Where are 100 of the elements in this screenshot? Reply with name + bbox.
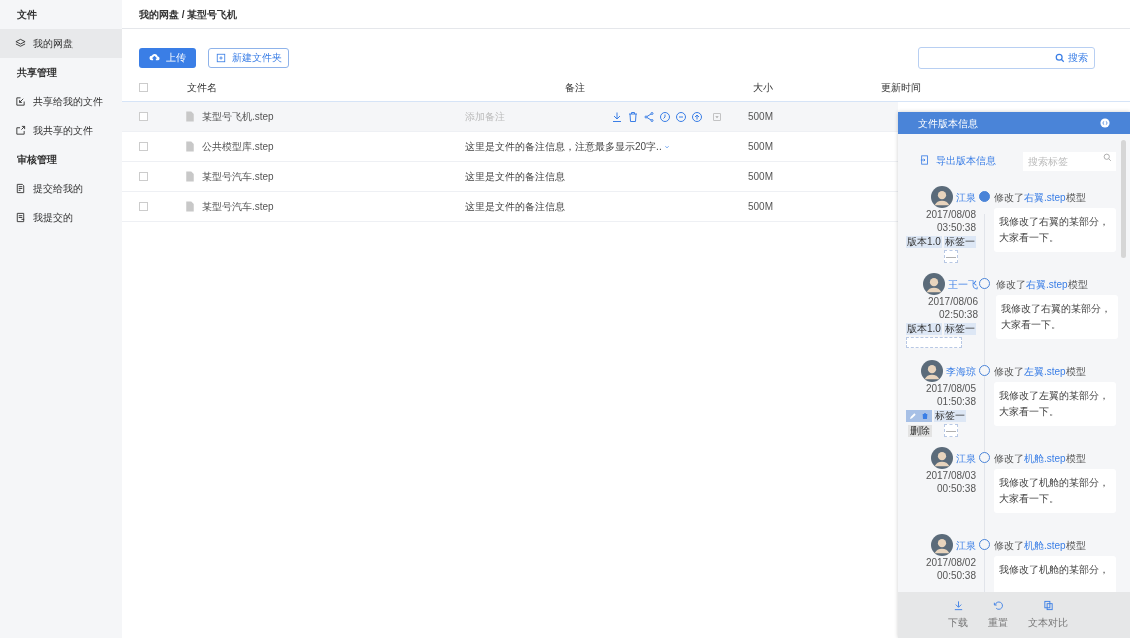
file-name: 某型号飞机.step [202, 110, 274, 124]
trash-icon [921, 412, 929, 420]
footer-button[interactable]: 重置 [988, 600, 1008, 630]
version-time: 03:50:38 [937, 222, 976, 234]
cloud-upload-icon [149, 52, 160, 63]
note-text: 这里是文件的备注信息 [465, 170, 565, 184]
checkbox[interactable] [139, 112, 148, 121]
version-date: 2017/08/06 [927, 296, 978, 308]
version-date: 2017/08/02 [925, 557, 976, 569]
version-time: 00:50:38 [937, 570, 976, 582]
comment-line: 我修改了右翼的某部分， [1001, 302, 1112, 316]
file-name: 某型号汽车.step [202, 170, 274, 184]
checkbox[interactable] [139, 172, 148, 181]
trash-icon[interactable] [627, 110, 639, 123]
breadcrumb: 我的网盘 / 某型号飞机 [139, 7, 238, 22]
pencil-icon [909, 412, 917, 420]
upload-circle-icon[interactable] [691, 110, 703, 123]
version-tag: 标签一 [943, 323, 976, 335]
comment-line: 我修改了左翼的某部分， [999, 389, 1110, 403]
folder-plus-icon [215, 52, 226, 63]
file-size: 500M [747, 200, 774, 214]
share-box-icon [15, 125, 26, 136]
document-icon [15, 212, 26, 223]
footer-button[interactable]: 下载 [948, 600, 968, 630]
avatar-icon [931, 534, 953, 556]
sidebar-item[interactable]: 共享给我的文件 [0, 87, 122, 116]
chat-icon[interactable] [675, 110, 687, 123]
file-icon [185, 170, 195, 183]
version-time: 02:50:38 [939, 309, 978, 321]
avatar-icon [923, 273, 945, 295]
search-field[interactable]: 搜索 [918, 46, 1095, 69]
column-header: 大小 [752, 81, 774, 95]
table-row[interactable]: 某型号汽车.step 这里是文件的备注信息 500M [122, 192, 898, 222]
comment-line: 大家看一下。 [999, 231, 1060, 245]
history-icon[interactable] [659, 110, 671, 123]
action-text: 修改了 [994, 190, 1024, 205]
table-row[interactable]: 公共模型库.step 这里是文件的备注信息，注意最多显示20字.. 500M [122, 132, 898, 162]
file-name: 公共模型库.step [202, 140, 274, 154]
file-size: 500M [747, 170, 774, 184]
sidebar-item[interactable]: 我的网盘 [0, 29, 122, 58]
download-icon [952, 600, 964, 611]
add-tag-button[interactable]: — [944, 424, 958, 437]
search-button[interactable]: 搜索 [1055, 50, 1088, 65]
copy-icon [1042, 600, 1054, 611]
user-name: 江泉 [956, 451, 976, 466]
version-tag: 标签一 [943, 236, 976, 248]
comment-line: 大家看一下。 [1001, 318, 1062, 332]
avatar-icon [921, 360, 943, 382]
export-button[interactable]: 导出版本信息 [920, 152, 996, 168]
add-tag-button[interactable]: — [944, 250, 958, 263]
action-text: 模型 [1065, 538, 1086, 553]
action-text: 模型 [1065, 451, 1086, 466]
file-link[interactable]: 右翼.step [1024, 189, 1066, 205]
section-title: 共享管理 [16, 66, 58, 80]
tag-input-field[interactable] [906, 337, 962, 348]
file-icon [185, 110, 195, 123]
sidebar-item[interactable]: 我提交的 [0, 203, 122, 232]
close-icon [1100, 118, 1110, 128]
section-title: 审核管理 [16, 153, 58, 167]
export-icon [920, 154, 930, 166]
version-date: 2017/08/03 [925, 470, 976, 482]
action-text: 修改了 [994, 451, 1024, 466]
sidebar-item[interactable]: 我共享的文件 [0, 116, 122, 145]
search-icon [1055, 52, 1065, 63]
file-link[interactable]: 机舱.step [1024, 537, 1066, 553]
file-link[interactable]: 右翼.step [1026, 276, 1068, 292]
panel-title: 文件版本信息 [918, 116, 978, 131]
new-folder-button[interactable]: 新建文件夹 [208, 47, 289, 68]
comment-line: 我修改了机舱的某部分， [999, 476, 1110, 490]
column-header: 备注 [564, 81, 586, 95]
undo-icon [992, 600, 1004, 611]
dropdown-icon[interactable] [713, 112, 721, 121]
file-icon [185, 200, 195, 213]
footer-button[interactable]: 文本对比 [1028, 600, 1068, 630]
share-icon[interactable] [643, 110, 655, 123]
user-name: 李海琼 [946, 364, 976, 379]
sidebar-item[interactable]: 提交给我的 [0, 174, 122, 203]
comment-line: 我修改了右翼的某部分， [999, 215, 1110, 229]
comment-line: 大家看一下。 [999, 405, 1060, 419]
checkbox[interactable] [139, 83, 148, 92]
file-link[interactable]: 左翼.step [1024, 363, 1066, 379]
comment-line: 我修改了机舱的某部分， [999, 563, 1110, 577]
version-tag: 标签一 [934, 410, 966, 422]
note-text: 这里是文件的备注信息 [465, 200, 565, 214]
document-icon [15, 183, 26, 194]
file-icon [185, 140, 195, 153]
version-date: 2017/08/08 [925, 209, 976, 221]
checkbox[interactable] [139, 202, 148, 211]
file-size: 500M [747, 140, 774, 154]
file-link[interactable]: 机舱.step [1024, 450, 1066, 466]
scrollbar[interactable] [1121, 140, 1126, 258]
avatar-icon [931, 186, 953, 208]
version-date: 2017/08/05 [925, 383, 976, 395]
action-text: 模型 [1065, 364, 1086, 379]
download-icon[interactable] [611, 110, 623, 123]
upload-button[interactable]: 上传 [139, 47, 196, 68]
action-text: 修改了 [994, 538, 1024, 553]
checkbox[interactable] [139, 142, 148, 151]
table-row[interactable]: 某型号汽车.step 这里是文件的备注信息 500M [122, 162, 898, 192]
note-text: 这里是文件的备注信息，注意最多显示20字.. [465, 140, 662, 154]
